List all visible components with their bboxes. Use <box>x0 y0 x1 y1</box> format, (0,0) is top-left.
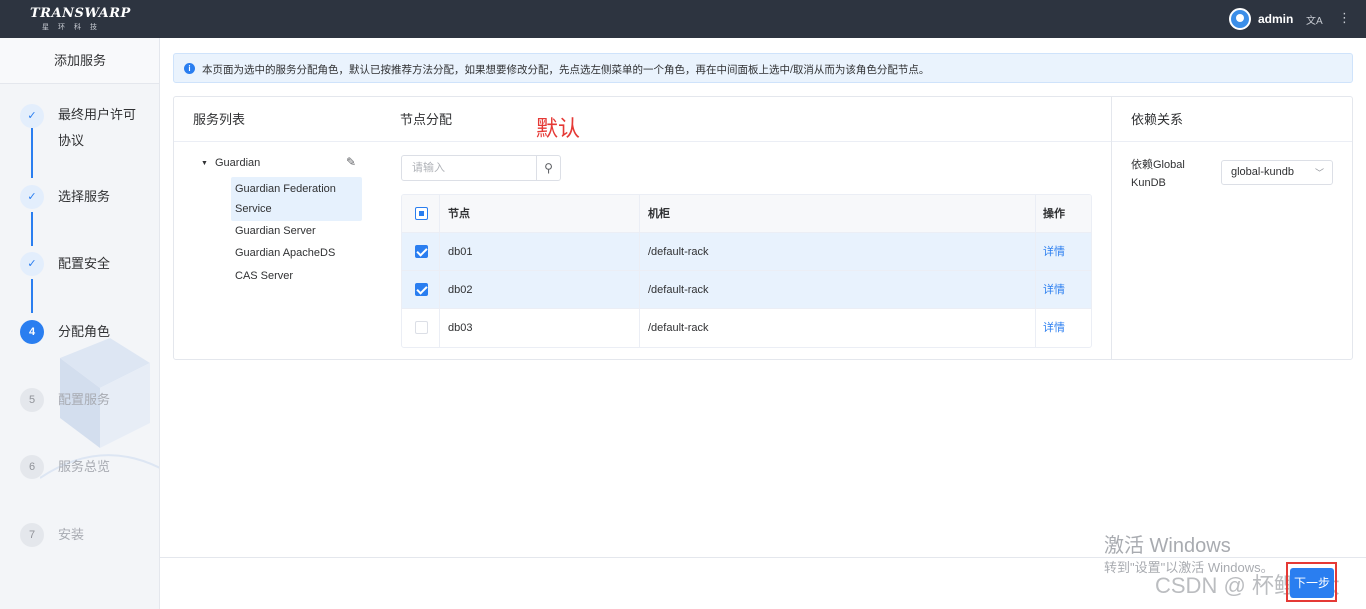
tree-root-guardian[interactable]: Guardian <box>215 157 260 169</box>
column-header-op: 操作 <box>1043 208 1065 220</box>
panel-title: 节点分配 <box>381 97 1112 142</box>
step-label: 配置服务 <box>58 392 111 407</box>
highlight-box <box>1286 562 1337 602</box>
rack-cell: /default-rack <box>640 309 1036 347</box>
details-link[interactable]: 详情 <box>1036 309 1091 347</box>
step-label: 选择服务 <box>58 189 111 204</box>
step-number: 4 <box>20 320 44 344</box>
node-search: ⚲ <box>401 155 561 181</box>
step-number: 7 <box>20 523 44 547</box>
step-number: 6 <box>20 455 44 479</box>
check-icon: ✓ <box>20 185 44 209</box>
dependency-select-value: global-kundb <box>1231 166 1294 178</box>
sidebar-title: 添加服务 <box>0 38 159 84</box>
search-icon[interactable]: ⚲ <box>536 156 560 180</box>
node-cell: db02 <box>440 271 640 309</box>
step-label: 分配角色 <box>58 324 111 339</box>
rack-cell: /default-rack <box>640 271 1036 309</box>
tree-item-guardian-apacheds[interactable]: Guardian ApacheDS <box>231 241 362 265</box>
user-name[interactable]: admin <box>1258 12 1293 26</box>
checkbox-cell <box>402 233 440 271</box>
row-checkbox[interactable] <box>415 321 428 334</box>
step-label: 安装 <box>58 527 85 542</box>
translate-icon[interactable]: 文A <box>1306 12 1323 27</box>
brand-subtitle: 星环科技 <box>42 24 106 31</box>
brand-logo[interactable]: TRANSWARP 星环科技 <box>30 6 131 32</box>
table-row[interactable]: db03 /default-rack 详情 <box>402 309 1091 347</box>
details-link[interactable]: 详情 <box>1036 233 1091 271</box>
annotation-default: 默认 <box>536 116 581 141</box>
select-all-cell <box>402 195 440 233</box>
step-connector <box>31 279 33 313</box>
info-text: 本页面为选中的服务分配角色，默认已按推荐方法分配，如果想要修改分配，先点选左侧菜… <box>202 64 930 76</box>
check-icon: ✓ <box>20 104 44 128</box>
dependency-panel: 依赖关系 <box>1111 96 1353 360</box>
select-all-checkbox[interactable] <box>415 207 428 220</box>
row-checkbox[interactable] <box>415 245 428 258</box>
top-bar: TRANSWARP 星环科技 admin 文A ⋮ <box>0 0 1366 38</box>
step-connector <box>31 128 33 178</box>
tree-item-guardian-server[interactable]: Guardian Server <box>231 219 362 243</box>
user-avatar-icon[interactable] <box>1229 8 1251 30</box>
table-row[interactable]: db01 /default-rack 详情 <box>402 233 1091 271</box>
details-link[interactable]: 详情 <box>1036 271 1091 309</box>
panel-title: 服务列表 <box>174 97 381 142</box>
node-cell: db01 <box>440 233 640 271</box>
panel-title: 依赖关系 <box>1112 97 1352 142</box>
step-label: 服务总览 <box>58 459 111 474</box>
checkbox-cell <box>402 271 440 309</box>
column-header-node: 节点 <box>440 195 640 233</box>
tree-item-cas-server[interactable]: CAS Server <box>231 264 362 288</box>
dependency-select[interactable]: global-kundb ﹀ <box>1221 160 1333 185</box>
check-icon: ✓ <box>20 252 44 276</box>
dependency-label: 依赖Global KunDB <box>1131 159 1185 189</box>
chevron-down-icon: ﹀ <box>1314 168 1324 178</box>
step-label: 最终用户许可协议 <box>58 107 137 148</box>
node-table: 节点 机柜 操作 db01 /default-rack 详情 db02 /def… <box>401 194 1092 348</box>
checkbox-cell <box>402 309 440 347</box>
step-sidebar: 添加服务 ✓ 最终用户许可协议 ✓ 选择服务 ✓ 配置安全 4 分配角色 5 配… <box>0 38 160 609</box>
step-label: 配置安全 <box>58 256 111 271</box>
edit-icon[interactable]: ✎ <box>346 155 356 169</box>
step-connector <box>31 212 33 246</box>
rack-cell: /default-rack <box>640 233 1036 271</box>
table-header-row: 节点 机柜 操作 <box>402 195 1091 233</box>
row-checkbox[interactable] <box>415 283 428 296</box>
column-header-rack: 机柜 <box>640 195 1036 233</box>
info-icon: i <box>184 63 195 74</box>
windows-activation-title: 激活 Windows <box>1104 535 1231 557</box>
search-input[interactable] <box>402 156 536 180</box>
brand-name: TRANSWARP <box>30 6 131 21</box>
service-list-panel: 服务列表 ▼ Guardian ✎ Guardian Federation Se… <box>173 96 382 360</box>
caret-down-icon[interactable]: ▼ <box>201 160 208 167</box>
more-vertical-icon[interactable]: ⋮ <box>1338 10 1351 26</box>
tree-item-guardian-federation-service[interactable]: Guardian Federation Service <box>231 177 362 221</box>
node-cell: db03 <box>440 309 640 347</box>
info-banner: i 本页面为选中的服务分配角色，默认已按推荐方法分配，如果想要修改分配，先点选左… <box>173 53 1353 83</box>
table-row[interactable]: db02 /default-rack 详情 <box>402 271 1091 309</box>
step-number: 5 <box>20 388 44 412</box>
